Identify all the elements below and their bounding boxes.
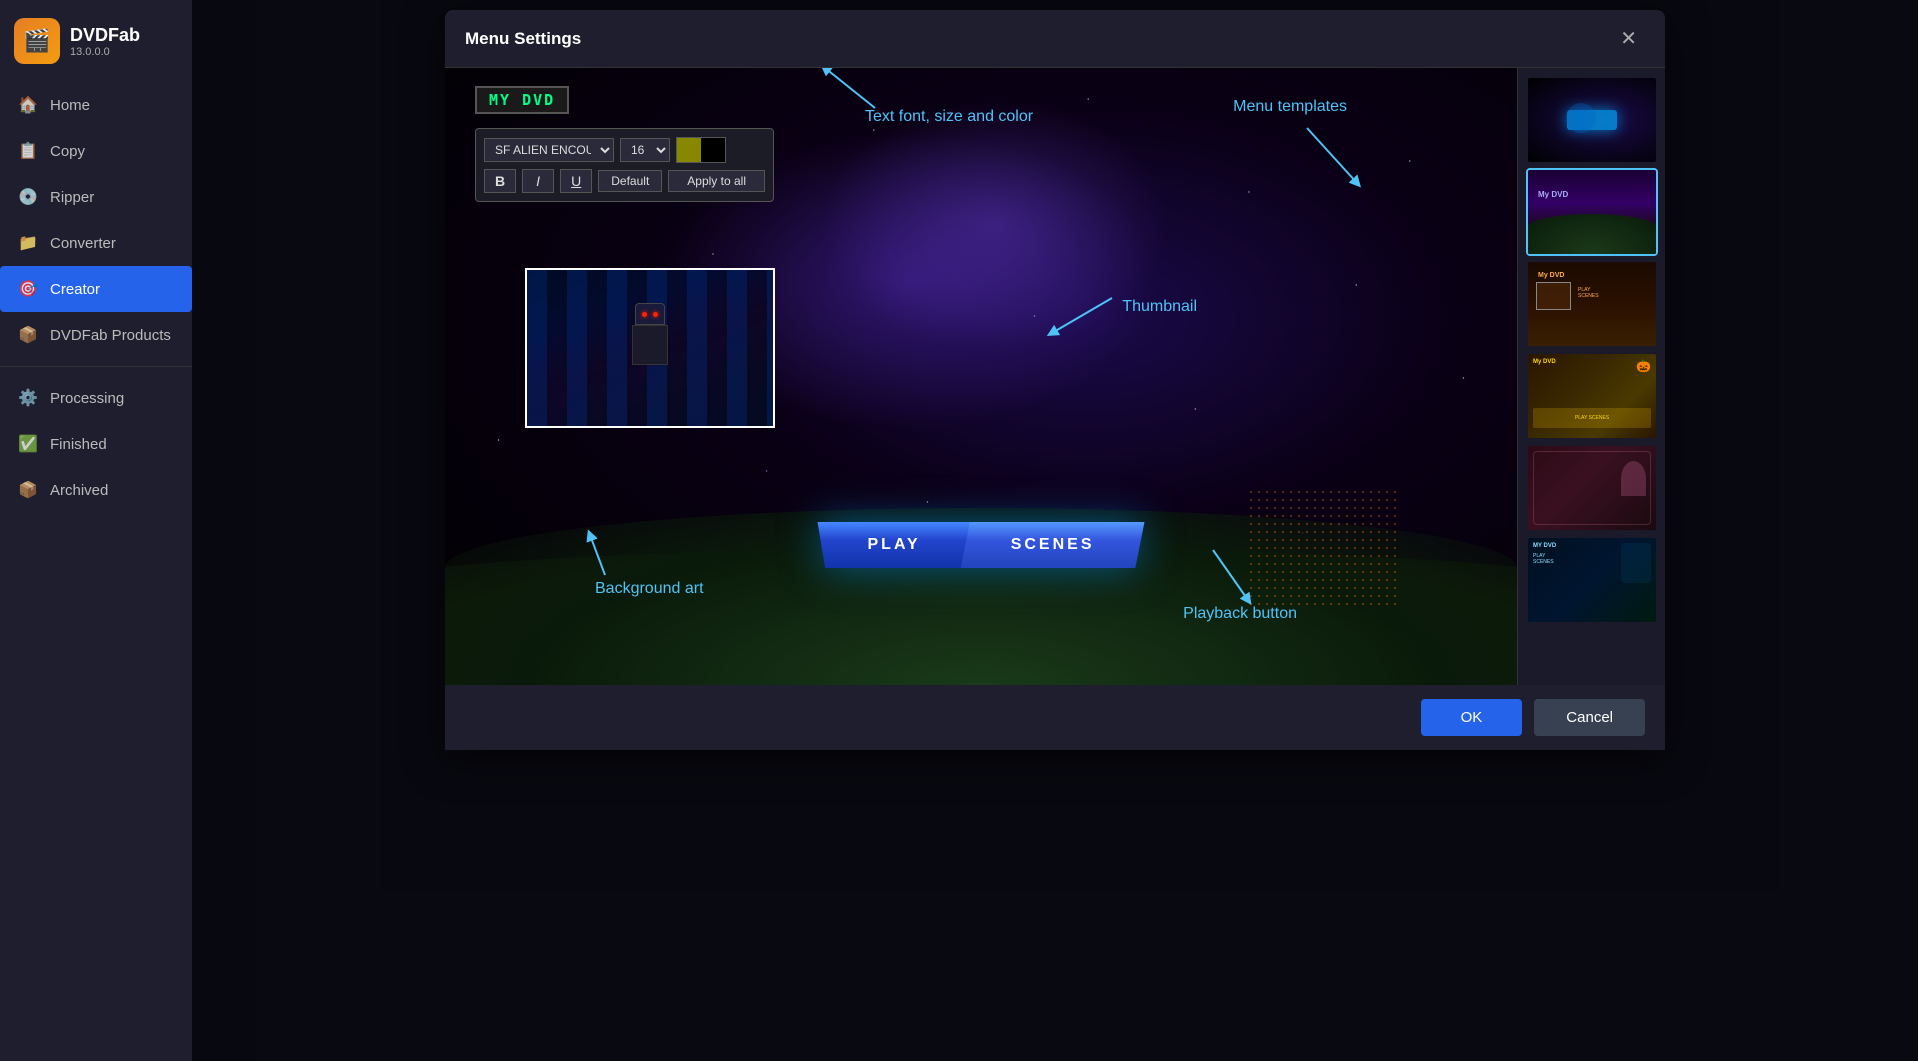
sidebar-item-label: Processing [50,390,124,407]
label-bg-text: Background art [595,580,704,598]
sidebar-item-processing[interactable]: ⚙️ Processing [0,375,192,421]
sidebar-item-converter[interactable]: 📁 Converter [0,220,192,266]
thumbnail-content [527,270,773,426]
ripper-icon: 💿 [18,187,38,207]
font-row-2: B I U Default Apply to all [484,169,765,193]
bg-arrow-svg [575,525,635,585]
processing-icon: ⚙️ [18,388,38,408]
dvdfab-products-icon: 📦 [18,325,38,345]
template-thumb-4[interactable]: My DVD 🎃 PLAY SCENES [1526,352,1658,440]
template-preview-5 [1528,446,1656,530]
robot-eye-right [653,312,658,317]
font-select[interactable]: SF ALIEN ENCOU [484,138,614,162]
sidebar-item-label: Converter [50,235,116,252]
finished-icon: ✅ [18,434,38,454]
sidebar-item-label: Copy [50,143,85,160]
sidebar-item-label: Home [50,97,90,114]
home-icon: 🏠 [18,95,38,115]
templates-panel: My DVD My DVD PLAYSCENES [1517,68,1665,685]
modal-header: Menu Settings ✕ [445,10,1665,68]
label-template-text: Menu templates [1233,98,1347,116]
template-preview-3: My DVD PLAYSCENES [1528,262,1656,346]
template-arrow-svg [1297,118,1377,198]
label-thumbnail-text: Thumbnail [1122,298,1197,316]
app-name: DVDFab [70,25,140,46]
font-toolbar: SF ALIEN ENCOU 16 B I U [475,128,774,202]
sidebar: 🎬 DVDFab 13.0.0.0 🏠 Home 📋 Copy 💿 Ripper… [0,0,192,1061]
robot-eye-left [642,312,647,317]
sidebar-item-label: Creator [50,281,100,298]
template-thumb-1[interactable] [1526,76,1658,164]
apply-to-all-button[interactable]: Apply to all [668,170,765,192]
label-font-text: Text font, size and color [865,108,1033,126]
sidebar-item-creator[interactable]: 🎯 Creator [0,266,192,312]
ok-button[interactable]: OK [1421,699,1523,736]
italic-button[interactable]: I [522,169,554,193]
robot-body [632,325,668,365]
main-content: Menu Settings ✕ MY DVD [192,0,1918,1061]
sidebar-item-ripper[interactable]: 💿 Ripper [0,174,192,220]
canvas-area: MY DVD SF ALIEN ENCOU 16 [445,68,1517,685]
dvd-title[interactable]: MY DVD [475,86,569,114]
template-thumb-3[interactable]: My DVD PLAYSCENES [1526,260,1658,348]
sidebar-item-label: Finished [50,436,107,453]
robot-head [635,303,665,325]
default-button[interactable]: Default [598,170,662,192]
template-preview-4: My DVD 🎃 PLAY SCENES [1528,354,1656,438]
modal-overlay: Menu Settings ✕ MY DVD [192,0,1918,1061]
cancel-button[interactable]: Cancel [1534,699,1645,736]
dvd-preview: MY DVD SF ALIEN ENCOU 16 [445,68,1517,685]
sidebar-item-home[interactable]: 🏠 Home [0,82,192,128]
sidebar-item-copy[interactable]: 📋 Copy [0,128,192,174]
copy-icon: 📋 [18,141,38,161]
thumbnail-preview [525,268,775,428]
sidebar-item-dvdfab-products[interactable]: 📦 DVDFab Products [0,312,192,358]
modal-title: Menu Settings [465,29,581,49]
app-logo: 🎬 DVDFab 13.0.0.0 [0,0,154,82]
playback-buttons: PLAY SCENES [818,522,1145,568]
sidebar-item-archived[interactable]: 📦 Archived [0,467,192,513]
color-picker-button[interactable] [676,137,726,163]
robot-figure [620,303,680,393]
template-thumb-5[interactable] [1526,444,1658,532]
modal-body: MY DVD SF ALIEN ENCOU 16 [445,68,1665,685]
template-preview-6: MY DVD PLAYSCENES [1528,538,1656,622]
template-thumb-2[interactable]: My DVD [1526,168,1658,256]
archived-icon: 📦 [18,480,38,500]
logo-text: DVDFab 13.0.0.0 [70,25,140,58]
template-preview-2: My DVD [1528,170,1656,254]
converter-icon: 📁 [18,233,38,253]
playback-arrow-svg [1203,540,1273,610]
sidebar-divider [0,366,192,367]
sidebar-nav: 🏠 Home 📋 Copy 💿 Ripper 📁 Converter 🎯 Cre… [0,82,192,1061]
underline-button[interactable]: U [560,169,592,193]
template-thumb-6[interactable]: MY DVD PLAYSCENES [1526,536,1658,624]
modal-close-button[interactable]: ✕ [1612,24,1645,53]
sidebar-item-label: Archived [50,482,108,499]
bold-button[interactable]: B [484,169,516,193]
modal-action-buttons: OK Cancel [445,685,1665,750]
font-row-1: SF ALIEN ENCOU 16 [484,137,765,163]
size-select[interactable]: 16 [620,138,670,162]
play-button[interactable]: PLAY [818,522,971,568]
app-version: 13.0.0.0 [70,46,140,58]
menu-settings-modal: Menu Settings ✕ MY DVD [445,10,1665,750]
template-preview-1 [1528,78,1656,162]
font-arrow-svg [805,68,885,118]
sidebar-item-finished[interactable]: ✅ Finished [0,421,192,467]
sidebar-item-label: Ripper [50,189,94,206]
thumbnail-arrow-svg [1042,288,1122,348]
label-playback-text: Playback button [1183,605,1297,623]
scenes-button[interactable]: SCENES [961,522,1145,568]
logo-icon: 🎬 [14,18,60,64]
creator-icon: 🎯 [18,279,38,299]
sidebar-item-label: DVDFab Products [50,327,171,344]
